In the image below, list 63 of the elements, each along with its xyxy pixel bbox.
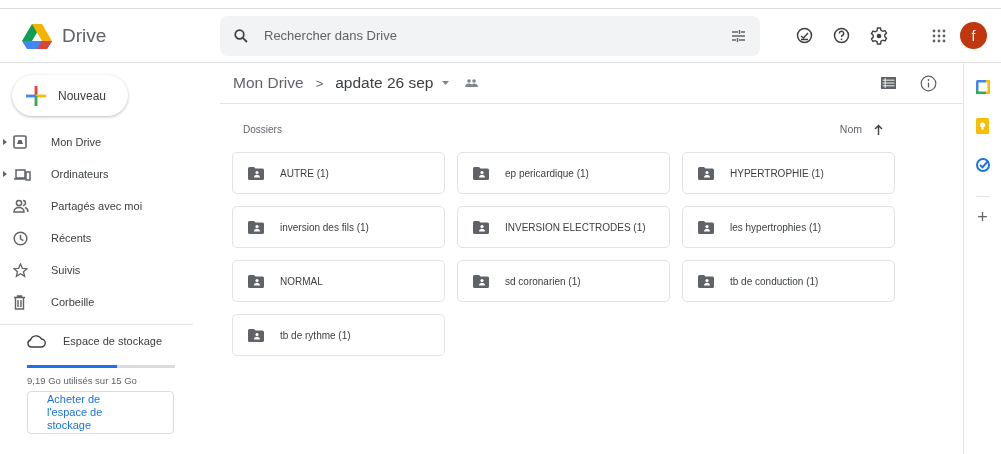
current-folder-menu[interactable]: apdate 26 sep (335, 70, 455, 96)
expand-caret-icon[interactable] (3, 139, 7, 145)
buy-storage-button[interactable]: Acheter de l'espace de stockage (27, 391, 174, 434)
shared-people-icon (464, 79, 478, 87)
shared-folder-icon (698, 274, 714, 288)
sidebar-item[interactable]: Suivis (0, 254, 205, 286)
sidebar-item[interactable]: Récents (0, 222, 205, 254)
shared-folder-icon (698, 166, 714, 180)
tasks-icon[interactable] (975, 158, 990, 172)
shared-folder-icon (248, 220, 264, 234)
apps-grid-icon[interactable] (932, 28, 946, 43)
folder-card[interactable]: INVERSION ELECTRODES (1) (457, 206, 670, 248)
sidebar-item[interactable]: Ordinateurs (0, 158, 205, 190)
sidebar-item[interactable]: Corbeille (0, 286, 205, 318)
dropdown-caret-icon (441, 81, 449, 85)
app-name: Drive (62, 24, 107, 47)
storage-label[interactable]: Espace de stockage (63, 335, 163, 347)
folder-card[interactable]: les hypertrophies (1) (682, 206, 895, 248)
list-view-icon[interactable] (881, 77, 896, 89)
folder-card[interactable]: NORMAL (232, 260, 445, 302)
folder-card[interactable]: ep pericardique (1) (457, 152, 670, 194)
new-button[interactable]: Nouveau (12, 75, 129, 116)
search-field[interactable]: Rechercher dans Drive (262, 27, 717, 44)
shared-folder-icon (248, 274, 264, 288)
people-icon (13, 199, 29, 213)
clock-icon (13, 230, 28, 246)
sidebar-item[interactable]: Mon Drive (0, 126, 205, 158)
shared-folder-icon (473, 166, 489, 180)
folder-card[interactable]: inversion des fils (1) (232, 206, 445, 248)
folder-card[interactable]: tb de rythme (1) (232, 314, 445, 356)
breadcrumb-root[interactable]: Mon Drive (233, 74, 304, 92)
drive-logo-icon (22, 22, 52, 49)
folder-card[interactable]: sd coronarien (1) (457, 260, 670, 302)
info-icon[interactable] (920, 74, 937, 92)
star-icon (13, 262, 28, 278)
search-field[interactable]: Rechercher dans Drive (220, 15, 760, 56)
sort-button[interactable]: Nom (839, 123, 883, 135)
shared-folder-icon (473, 274, 489, 288)
storage-usage: 9,19 Go utilisés sur 15 Go (27, 375, 138, 386)
folder-card[interactable]: HYPERTROPHIE (1) (682, 152, 895, 194)
filter-icon[interactable] (731, 28, 746, 43)
expand-caret-icon[interactable] (3, 171, 7, 177)
folder-card[interactable]: tb de conduction (1) (682, 260, 895, 302)
plus-icon (26, 85, 46, 106)
settings-icon[interactable] (870, 26, 888, 45)
section-title: Dossiers (243, 123, 282, 135)
shared-folder-icon (248, 328, 264, 342)
cloud-icon (26, 334, 46, 348)
add-addon-button[interactable]: + (977, 207, 988, 228)
breadcrumb-separator: > (315, 75, 324, 91)
help-icon[interactable] (833, 27, 850, 44)
calendar-icon[interactable] (975, 80, 990, 94)
drive-icon (13, 135, 27, 149)
shared-folder-icon (248, 166, 264, 180)
trash-icon (13, 294, 26, 310)
check-circle-icon[interactable] (796, 27, 813, 44)
computer-icon (13, 167, 31, 181)
search-icon (234, 28, 248, 43)
account-avatar[interactable]: f (960, 22, 987, 49)
folder-card[interactable]: AUTRE (1) (232, 152, 445, 194)
shared-folder-icon (698, 220, 714, 234)
shared-folder-icon (473, 220, 489, 234)
sidebar-item[interactable]: Partagés avec moi (0, 190, 205, 222)
